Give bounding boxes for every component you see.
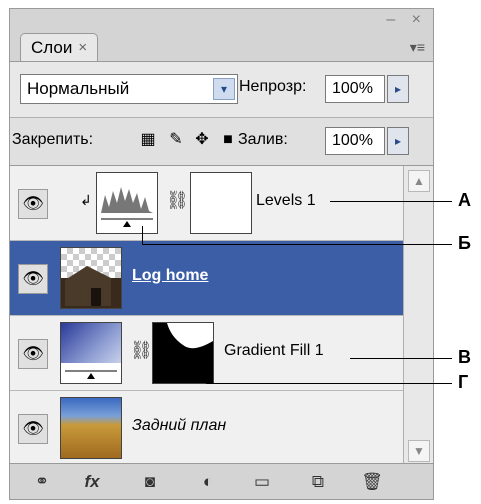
levels-thumbnail: [96, 172, 158, 234]
layer-row[interactable]: 👁 Задний план: [10, 391, 403, 466]
callout-line-b: [142, 244, 452, 245]
callout-c: В: [458, 347, 471, 367]
layers-list: 👁 ↲ ⛓ Levels 1 👁 Log home 👁 ⛓ Gradient F…: [10, 165, 433, 466]
callout-vline-b: [142, 226, 143, 244]
log-home-thumbnail: [60, 247, 122, 309]
eye-icon[interactable]: 👁: [18, 189, 48, 219]
fill-label: Залив:: [238, 131, 288, 148]
lock-label: Закрепить:: [12, 131, 94, 148]
opacity-input[interactable]: 100%: [325, 75, 385, 103]
adjustment-icon[interactable]: ◐: [196, 470, 220, 494]
lock-row: Закрепить: ▦ ✎ ✥ ■ Залив: 100% ▸: [10, 117, 433, 165]
blend-mode-value: Нормальный: [27, 79, 130, 98]
scroll-down-icon[interactable]: ▼: [408, 440, 430, 462]
layer-mask-thumbnail: [152, 322, 214, 384]
lock-brush-icon[interactable]: ✎: [166, 130, 186, 150]
blend-mode-select[interactable]: Нормальный ▾: [20, 74, 238, 104]
gradient-thumbnail: [60, 322, 122, 384]
background-thumbnail: [60, 397, 122, 459]
layer-name: Levels 1: [256, 192, 316, 209]
layer-mask-thumbnail: [190, 172, 252, 234]
eye-icon[interactable]: 👁: [18, 339, 48, 369]
blend-row: Нормальный ▾ Непрозр: 100% ▸: [10, 61, 433, 117]
fx-icon[interactable]: fx: [80, 470, 104, 494]
lock-all-icon[interactable]: ■: [218, 130, 238, 150]
link-icon[interactable]: ⛓: [166, 190, 189, 211]
folder-icon[interactable]: ▭: [250, 470, 274, 494]
panel-menu-icon[interactable]: ▾≡: [410, 39, 425, 56]
tab-close-icon[interactable]: ×: [78, 34, 87, 61]
callout-line-d: [206, 383, 452, 384]
eye-icon[interactable]: 👁: [18, 264, 48, 294]
callout-d: Г: [458, 372, 469, 392]
fill-input[interactable]: 100%: [325, 127, 385, 155]
layer-row[interactable]: 👁 ↲ ⛓ Levels 1: [10, 166, 403, 241]
callout-a: А: [458, 190, 471, 210]
scrollbar[interactable]: ▲ ▼: [403, 166, 433, 466]
clip-arrow-icon: ↲: [80, 192, 92, 208]
opacity-label: Непрозр:: [239, 78, 307, 95]
link-icon[interactable]: ⚭: [30, 470, 54, 494]
layer-name: Gradient Fill 1: [224, 342, 324, 359]
layers-panel: – × Слои × ▾≡ Нормальный ▾ Непрозр: 100%…: [9, 8, 434, 500]
callout-b: Б: [458, 233, 471, 253]
layer-row[interactable]: 👁 Log home: [10, 241, 403, 316]
new-layer-icon[interactable]: ⧉: [306, 470, 330, 494]
callout-line-c: [350, 358, 452, 359]
tab-layers[interactable]: Слои ×: [20, 33, 99, 61]
trash-icon[interactable]: 🗑: [360, 470, 384, 494]
window-controls[interactable]: – ×: [386, 11, 427, 29]
opacity-arrow-icon[interactable]: ▸: [387, 75, 409, 103]
lock-move-icon[interactable]: ✥: [192, 130, 212, 150]
callout-line-a: [330, 201, 452, 202]
mask-icon[interactable]: ◙: [138, 470, 162, 494]
layer-name: Log home: [132, 267, 209, 284]
layer-row[interactable]: 👁 ⛓ Gradient Fill 1: [10, 316, 403, 391]
link-icon[interactable]: ⛓: [130, 340, 153, 361]
eye-icon[interactable]: 👁: [18, 414, 48, 444]
lock-transparency-icon[interactable]: ▦: [138, 130, 158, 150]
scroll-up-icon[interactable]: ▲: [408, 170, 430, 192]
panel-footer: ⚭ fx ◙ ◐ ▭ ⧉ 🗑: [10, 463, 433, 499]
chevron-down-icon[interactable]: ▾: [213, 78, 235, 100]
tab-label: Слои: [31, 38, 73, 57]
fill-arrow-icon[interactable]: ▸: [387, 127, 409, 155]
layer-name: Задний план: [132, 417, 227, 434]
